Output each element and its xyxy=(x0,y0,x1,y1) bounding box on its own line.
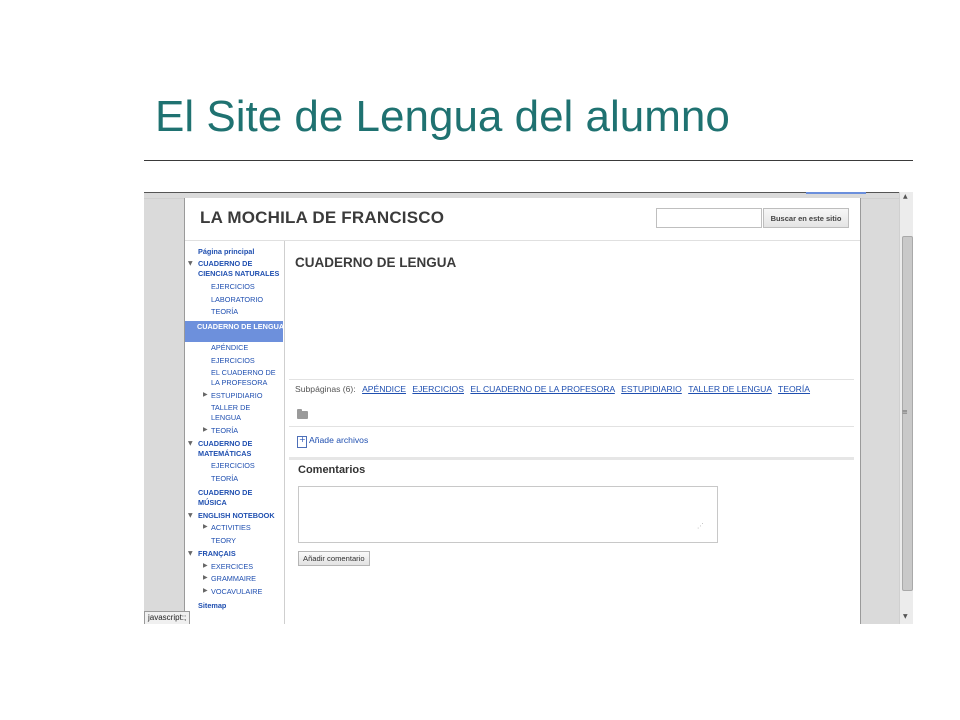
triangle-right-icon[interactable]: ▶ xyxy=(203,574,208,581)
browser-top-edge xyxy=(144,192,913,193)
site-page: LA MOCHILA DE FRANCISCO Buscar en este s… xyxy=(184,198,861,624)
subpage-link-taller-lengua[interactable]: TALLER DE LENGUA xyxy=(688,384,771,394)
subpage-link-ejercicios[interactable]: EJERCICIOS xyxy=(412,384,464,394)
main-content: CUADERNO DE LENGUA Subpáginas (6): APÉND… xyxy=(285,241,860,624)
sidebar-item-cuaderno-profesora[interactable]: EL CUADERNO DE LA PROFESORA xyxy=(211,368,283,388)
sidebar-item-apendice[interactable]: APÉNDICE xyxy=(211,343,248,353)
subpages-list: Subpáginas (6): APÉNDICE EJERCICIOS EL C… xyxy=(295,384,810,394)
sidebar-item-sitemap[interactable]: Sitemap xyxy=(198,601,226,611)
title-rule xyxy=(144,160,913,161)
sidebar-item-taller-lengua[interactable]: TALLER DE LENGUA xyxy=(211,403,263,423)
sidebar-item-ciencias[interactable]: CUADERNO DE CIENCIAS NATURALES xyxy=(198,259,284,279)
add-file-icon[interactable] xyxy=(297,435,307,448)
triangle-right-icon[interactable]: ▶ xyxy=(203,391,208,398)
content-divider xyxy=(289,379,854,380)
sidebar-item-mate-ejercicios[interactable]: EJERCICIOS xyxy=(211,461,255,471)
comments-separator xyxy=(289,457,854,460)
sidebar-item-matematicas[interactable]: CUADERNO DE MATEMÁTICAS xyxy=(198,439,268,459)
sidebar-item-laboratorio[interactable]: LABORATORIO xyxy=(211,295,263,305)
subpage-link-estupidiario[interactable]: ESTUPIDIARIO xyxy=(621,384,682,394)
sidebar-item-exercices[interactable]: EXERCICES xyxy=(211,562,253,572)
triangle-right-icon[interactable]: ▶ xyxy=(203,426,208,433)
sidebar-item-activities[interactable]: ACTIVITIES xyxy=(211,523,251,533)
site-header: LA MOCHILA DE FRANCISCO Buscar en este s… xyxy=(185,198,860,241)
scroll-grip-icon: ≡ xyxy=(902,408,908,416)
sidebar-item-ciencias-ejercicios[interactable]: EJERCICIOS xyxy=(211,282,255,292)
scroll-up-icon[interactable]: ▲ xyxy=(903,193,908,200)
attachments-divider xyxy=(289,426,854,427)
subpages-label: Subpáginas (6): xyxy=(295,384,356,394)
subpage-link-teoria[interactable]: TEORÍA xyxy=(778,384,810,394)
sidebar-item-lengua-ejercicios[interactable]: EJERCICIOS xyxy=(211,356,255,366)
sidebar-item-francais[interactable]: FRANÇAIS xyxy=(198,549,236,559)
page-title: CUADERNO DE LENGUA xyxy=(295,255,457,270)
triangle-down-icon[interactable]: ▼ xyxy=(188,550,193,557)
sidebar-item-musica[interactable]: CUADERNO DE MÚSICA xyxy=(198,488,268,508)
sidebar-nav: Página principal ▼ CUADERNO DE CIENCIAS … xyxy=(185,241,285,624)
browser-tab-hint xyxy=(806,192,866,194)
browser-status-bar: javascript:; xyxy=(144,611,191,624)
triangle-right-icon[interactable]: ▶ xyxy=(203,523,208,530)
site-name[interactable]: LA MOCHILA DE FRANCISCO xyxy=(200,208,444,228)
comment-textarea[interactable] xyxy=(298,486,718,543)
sidebar-item-lengua[interactable]: CUADERNO DE LENGUA xyxy=(187,322,289,332)
sidebar-item-teory[interactable]: TEORY xyxy=(211,536,236,546)
site-search-button[interactable]: Buscar en este sitio xyxy=(763,208,849,228)
triangle-down-icon[interactable]: ▼ xyxy=(188,260,193,267)
sidebar-item-home[interactable]: Página principal xyxy=(198,247,254,257)
sidebar-item-grammaire[interactable]: GRAMMAIRE xyxy=(211,574,256,584)
sidebar-item-lengua-teoria[interactable]: TEORÍA xyxy=(211,426,238,436)
add-files-link[interactable]: Añade archivos xyxy=(309,435,368,445)
comments-title: Comentarios xyxy=(298,464,366,476)
sidebar-item-estupidiario[interactable]: ESTUPIDIARIO xyxy=(211,391,263,401)
scroll-down-icon[interactable]: ▼ xyxy=(903,613,908,620)
triangle-down-icon[interactable]: ▼ xyxy=(188,440,193,447)
resize-grip-icon[interactable]: ⋰ xyxy=(697,522,704,530)
site-search-input[interactable] xyxy=(656,208,762,228)
folder-icon[interactable] xyxy=(297,409,308,419)
triangle-down-icon[interactable]: ▼ xyxy=(188,512,193,519)
browser-screenshot: LA MOCHILA DE FRANCISCO Buscar en este s… xyxy=(144,192,913,624)
sidebar-item-english[interactable]: ENGLISH NOTEBOOK xyxy=(198,511,275,521)
sidebar-item-ciencias-teoria[interactable]: TEORÍA xyxy=(211,307,238,317)
subpage-link-cuaderno-profesora[interactable]: EL CUADERNO DE LA PROFESORA xyxy=(470,384,614,394)
sidebar-item-mate-teoria[interactable]: TEORÍA xyxy=(211,474,238,484)
sidebar-item-vocavulaire[interactable]: VOCAVULAIRE xyxy=(211,587,262,597)
add-comment-button[interactable]: Añadir comentario xyxy=(298,551,370,566)
subpage-link-apendice[interactable]: APÉNDICE xyxy=(362,384,406,394)
triangle-right-icon[interactable]: ▶ xyxy=(203,562,208,569)
triangle-right-icon[interactable]: ▶ xyxy=(203,587,208,594)
slide-title: El Site de Lengua del alumno xyxy=(155,92,730,141)
browser-scrollbar[interactable]: ▲ ≡ ▼ xyxy=(899,192,913,624)
